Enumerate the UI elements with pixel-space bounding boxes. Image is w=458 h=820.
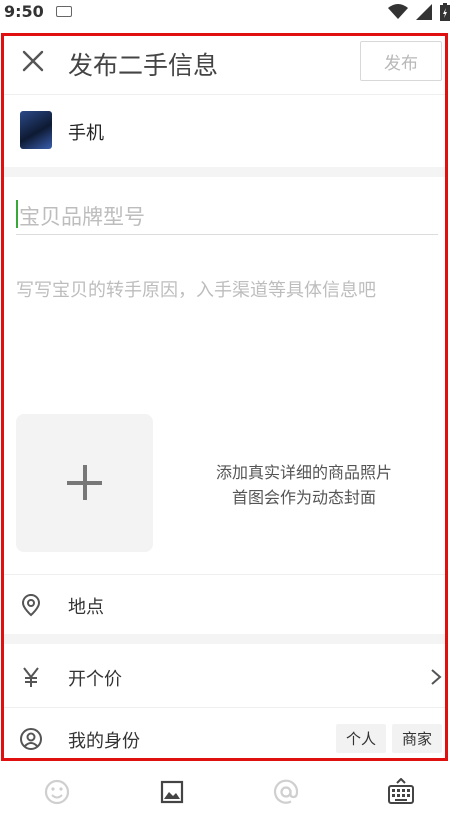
publish-button[interactable]: 发布 xyxy=(360,41,442,81)
close-icon[interactable] xyxy=(22,50,44,72)
mention-button[interactable] xyxy=(266,772,306,812)
model-input[interactable]: 宝贝品牌型号 xyxy=(16,194,438,235)
section-divider xyxy=(4,634,445,644)
text-cursor xyxy=(16,200,18,228)
identity-merchant-button[interactable]: 商家 xyxy=(391,724,442,753)
bottom-toolbar xyxy=(0,764,458,820)
identity-personal-button[interactable]: 个人 xyxy=(335,724,386,753)
location-label: 地点 xyxy=(68,597,104,618)
header: 发布二手信息 发布 xyxy=(4,36,445,95)
identity-label: 我的身份 xyxy=(68,731,140,752)
category-label: 手机 xyxy=(68,123,104,144)
phone-category-image xyxy=(20,111,52,149)
publish-form-screen: 发布二手信息 发布 手机 宝贝品牌型号 写写宝贝的转手原因，入手渠道等具体信息吧… xyxy=(1,33,448,761)
section-divider xyxy=(4,167,445,177)
battery-icon xyxy=(440,3,450,21)
status-bar: 9:50 xyxy=(0,0,458,26)
add-photo-button[interactable] xyxy=(16,414,153,552)
emoji-button[interactable] xyxy=(37,772,77,812)
image-icon xyxy=(160,780,183,804)
chevron-right-icon xyxy=(431,669,442,685)
description-input[interactable]: 写写宝贝的转手原因，入手渠道等具体信息吧 xyxy=(16,276,438,302)
plus-icon-vertical xyxy=(83,465,87,500)
photo-hint: 添加真实详细的商品照片 首图会作为动态封面 xyxy=(164,460,444,510)
status-time: 9:50 xyxy=(4,2,44,21)
identity-options: 个人 商家 xyxy=(335,724,442,753)
identity-row: 我的身份 个人 商家 xyxy=(4,709,445,758)
keyboard-indicator-icon xyxy=(56,6,72,17)
location-pin-icon xyxy=(21,593,41,617)
model-input-placeholder: 宝贝品牌型号 xyxy=(19,205,145,229)
price-row[interactable]: 开个价 xyxy=(4,647,445,708)
price-label: 开个价 xyxy=(68,669,122,690)
photo-hint-line1: 添加真实详细的商品照片 xyxy=(215,463,392,482)
page-title: 发布二手信息 xyxy=(68,51,219,80)
user-circle-icon xyxy=(20,728,42,750)
keyboard-icon xyxy=(387,778,414,804)
category-row[interactable]: 手机 xyxy=(4,95,445,165)
signal-icon xyxy=(416,4,432,20)
wifi-icon xyxy=(388,4,408,19)
yen-icon xyxy=(23,667,39,687)
keyboard-button[interactable] xyxy=(381,772,421,812)
status-icons xyxy=(388,3,450,21)
emoji-icon xyxy=(45,779,70,805)
location-row[interactable]: 地点 xyxy=(4,574,445,635)
image-button[interactable] xyxy=(152,772,192,812)
mention-icon xyxy=(274,779,299,804)
photo-hint-line2: 首图会作为动态封面 xyxy=(231,488,376,507)
